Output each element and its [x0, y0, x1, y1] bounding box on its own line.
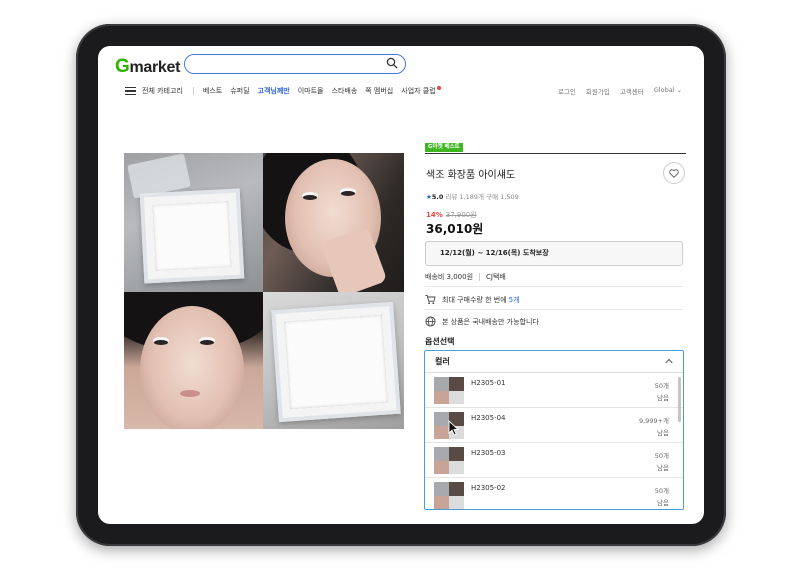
sale-price: 36,010원 — [426, 222, 484, 236]
gmarket-logo[interactable]: Gmarket — [115, 56, 180, 78]
discount-line: 14% 37,900원 — [426, 210, 477, 220]
tablet-frame: Gmarket 전체 카테고리 베스트 슈퍼딜 고객님께만 이마트몰 스타배송 … — [76, 24, 726, 546]
courier-name: CJ택배 — [486, 273, 506, 281]
chevron-up-icon[interactable] — [665, 358, 673, 364]
option-item-h2305-01[interactable]: H2305-01 50개 남음 — [425, 373, 683, 408]
nav-divider — [192, 87, 194, 95]
shipping-divider — [479, 273, 481, 281]
product-image-compact[interactable] — [124, 153, 263, 292]
product-image-compact-closeup[interactable] — [263, 292, 404, 429]
nav-item-best[interactable]: 베스트 — [203, 86, 222, 96]
discount-percent: 14% — [426, 211, 443, 219]
logo-g: G — [115, 56, 130, 77]
nav-item-star-delivery[interactable]: 스타배송 — [332, 86, 358, 96]
main-nav: 전체 카테고리 베스트 슈퍼딜 고객님께만 이마트몰 스타배송 쪽 멤버십 사업… — [125, 84, 449, 98]
globe-icon — [425, 316, 436, 327]
option-stock: 50개 — [654, 487, 669, 495]
option-item-h2305-02[interactable]: H2305-02 50개 남음 — [425, 478, 683, 509]
delivery-guarantee-box: 12/12(월) ~ 12/16(목) 도착보장 — [425, 241, 683, 266]
option-stock: 50개 — [654, 382, 669, 390]
option-dropdown[interactable]: 컬러 H2305-01 50개 남음 H2305-04 9,999+개 남음 H… — [424, 350, 684, 510]
option-stock-status: 남음 — [657, 499, 669, 507]
product-image-model-1[interactable] — [263, 153, 404, 292]
nav-item-membership[interactable]: 쪽 멤버십 — [365, 86, 393, 96]
nav-item-for-you[interactable]: 고객님께만 — [258, 86, 290, 96]
option-thumbnail — [434, 377, 464, 404]
option-stock-status: 남음 — [657, 429, 669, 437]
nav-item-emart[interactable]: 이마트몰 — [298, 86, 324, 96]
shipping-fee: 배송비 3,000원 — [425, 273, 474, 281]
search-input[interactable] — [184, 54, 406, 74]
signup-link[interactable]: 회원가입 — [586, 86, 610, 96]
customer-center-link[interactable]: 고객센터 — [620, 86, 644, 96]
logo-text: market — [129, 59, 181, 76]
login-link[interactable]: 로그인 — [558, 86, 576, 96]
option-item-h2305-04[interactable]: H2305-04 9,999+개 남음 — [425, 408, 683, 443]
hamburger-icon[interactable] — [125, 87, 136, 95]
original-price: 37,900원 — [445, 211, 477, 219]
option-stock: 50개 — [654, 452, 669, 460]
option-dropdown-label: 컬러 — [435, 357, 450, 366]
max-purchase-count: 5개 — [508, 295, 520, 304]
domestic-shipping-text: 본 상품은 국내배송만 가능합니다 — [442, 317, 539, 326]
utility-links: 로그인 회원가입 고객센터 Global ⌄ — [558, 86, 682, 96]
option-section-title: 옵션선택 — [425, 337, 455, 346]
shipping-info: 배송비 3,000원 CJ택배 — [425, 272, 506, 282]
rating-score: 5.0 — [431, 193, 444, 201]
nav-all-categories[interactable]: 전체 카테고리 — [142, 86, 183, 96]
best-badge: G마켓 베스트 — [425, 143, 463, 152]
browser-screen: Gmarket 전체 카테고리 베스트 슈퍼딜 고객님께만 이마트몰 스타배송 … — [98, 46, 704, 524]
divider-1 — [425, 286, 683, 287]
option-code: H2305-01 — [471, 379, 506, 387]
heart-icon — [669, 168, 679, 178]
mouse-cursor-icon — [448, 420, 460, 436]
option-thumbnail — [434, 482, 464, 509]
rating-summary: ★5.0 리뷰 1,189개 구매 1,509 — [426, 191, 519, 201]
option-code: H2305-03 — [471, 449, 506, 457]
compact-case — [139, 188, 245, 284]
product-title: 색조 화장품 아이섀도 — [426, 170, 516, 181]
max-purchase-text: 최대 구매수량 한 번에 — [442, 295, 507, 304]
max-purchase-info: 최대 구매수량 한 번에 5개 — [425, 294, 520, 305]
compact-case-closeup — [271, 301, 401, 423]
option-thumbnail — [434, 447, 464, 474]
cart-icon — [425, 295, 436, 305]
domestic-shipping-info: 본 상품은 국내배송만 가능합니다 — [425, 316, 539, 327]
option-stock: 9,999+개 — [638, 417, 669, 425]
nav-item-superdeal[interactable]: 슈퍼딜 — [230, 86, 249, 96]
option-dropdown-header[interactable]: 컬러 — [425, 351, 683, 373]
wishlist-button[interactable] — [663, 162, 685, 184]
global-link[interactable]: Global ⌄ — [654, 86, 682, 96]
option-stock-status: 남음 — [657, 394, 669, 402]
option-code: H2305-02 — [471, 484, 506, 492]
review-count[interactable]: 리뷰 1,189개 — [445, 193, 484, 201]
option-list-scrollbar[interactable] — [678, 377, 681, 422]
search-icon[interactable] — [386, 57, 398, 69]
divider-2 — [425, 309, 683, 310]
title-divider — [425, 153, 686, 154]
option-stock-status: 남음 — [657, 464, 669, 472]
purchase-count: 구매 1,509 — [486, 193, 519, 201]
option-item-h2305-03[interactable]: H2305-03 50개 남음 — [425, 443, 683, 478]
product-image-gallery — [124, 153, 404, 429]
nav-item-business-club-label: 사업자 클럽 — [401, 87, 436, 95]
option-code: H2305-04 — [471, 414, 506, 422]
new-dot-icon — [436, 86, 441, 90]
product-image-model-2[interactable] — [124, 292, 263, 429]
nav-item-business-club[interactable]: 사업자 클럽 — [401, 86, 441, 96]
